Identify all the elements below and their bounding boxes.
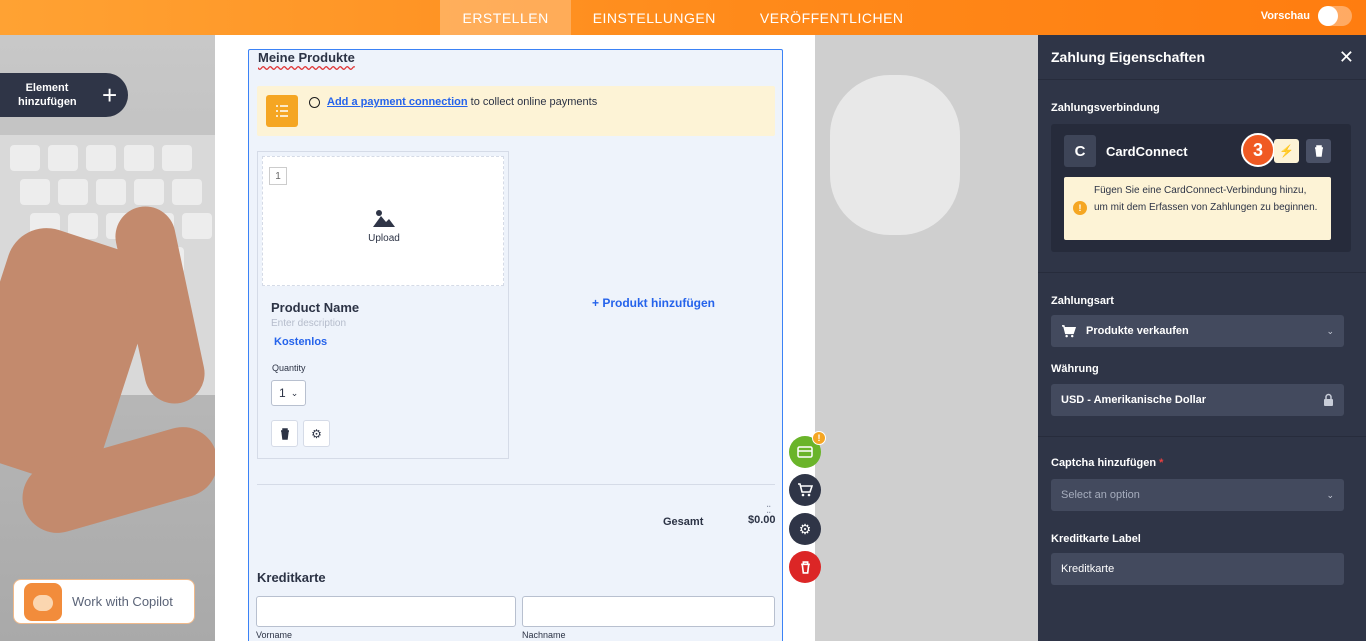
currency-select[interactable]: USD - Amerikanische Dollar <box>1051 384 1344 416</box>
product-card[interactable]: 1 Upload Product Name Enter description … <box>257 151 509 459</box>
cc-label-label: Kreditkarte Label <box>1051 533 1141 545</box>
total-label: Gesamt <box>663 516 704 528</box>
copilot-label: Work with Copilot <box>72 594 173 609</box>
captcha-placeholder: Select an option <box>1061 489 1140 501</box>
warning-icon: ! <box>1073 201 1087 215</box>
plus-icon: + <box>102 80 118 110</box>
preview-label: Vorschau <box>1260 10 1310 22</box>
tab-einstellungen[interactable]: EINSTELLUNGEN <box>571 0 738 35</box>
credit-card-icon <box>797 446 813 458</box>
quantity-value: 1 <box>279 386 286 400</box>
delete-product-button[interactable] <box>271 420 298 447</box>
divider <box>1038 436 1366 437</box>
connection-label: Zahlungsverbindung <box>1051 102 1160 114</box>
trash-icon <box>800 560 810 574</box>
quantity-select[interactable]: 1 ⌄ <box>271 380 306 406</box>
payment-type-label: Zahlungsart <box>1051 295 1114 307</box>
tab-veroeffentlichen[interactable]: VERÖFFENTLICHEN <box>738 0 926 35</box>
notice-text: Add a payment connection to collect onli… <box>327 96 597 108</box>
remove-connection-button[interactable] <box>1306 139 1331 163</box>
copilot-mascot-icon <box>24 582 62 621</box>
divider <box>1038 272 1366 273</box>
payment-connection-notice: Add a payment connection to collect onli… <box>257 86 775 136</box>
cart-icon <box>1062 324 1076 337</box>
captcha-label: Captcha hinzufügen * <box>1051 457 1163 469</box>
notice-suffix: to collect online payments <box>467 96 598 108</box>
chevron-down-icon: ⌄ <box>1326 489 1334 500</box>
chevron-down-icon: ⌄ <box>290 387 299 398</box>
trash-icon <box>280 427 289 440</box>
quantity-label: Quantity <box>272 363 306 373</box>
connection-name: CardConnect <box>1106 144 1188 159</box>
tab-erstellen[interactable]: ERSTELLEN <box>440 0 571 35</box>
cardconnect-logo: C <box>1064 135 1096 167</box>
preview-toggle-group: Vorschau <box>1261 6 1352 26</box>
copilot-button[interactable]: Work with Copilot <box>13 579 195 624</box>
captcha-label-text: Captcha hinzufügen <box>1051 457 1157 469</box>
step-badge: 3 <box>1241 133 1275 167</box>
radio-icon <box>309 97 320 108</box>
preview-toggle[interactable] <box>1318 6 1352 26</box>
cart-icon <box>798 483 813 497</box>
add-element-label: Element hinzufügen <box>18 82 77 108</box>
panel-title: Zahlung Eigenschaften <box>1038 35 1366 80</box>
toggle-knob <box>1318 6 1338 26</box>
product-list-field[interactable]: Meine Produkte Add a payment connection … <box>248 49 783 641</box>
cc-label-input[interactable]: Kreditkarte <box>1051 553 1344 585</box>
cc-label-value: Kreditkarte <box>1061 563 1115 575</box>
connect-button[interactable]: ⚡ <box>1274 139 1299 163</box>
field-title[interactable]: Meine Produkte <box>258 50 355 65</box>
close-icon[interactable]: ✕ <box>1339 47 1354 68</box>
chevron-down-icon: ⌄ <box>1326 325 1334 336</box>
delete-field-button[interactable] <box>789 551 821 583</box>
product-number: 1 <box>269 167 287 185</box>
top-navigation-bar: ERSTELLEN EINSTELLUNGEN VERÖFFENTLICHEN … <box>0 0 1366 35</box>
upload-label: Upload <box>368 233 400 244</box>
add-payment-connection-link[interactable]: Add a payment connection <box>327 96 468 108</box>
add-element-button[interactable]: Element hinzufügen + <box>0 73 128 117</box>
warning-text: Fügen Sie eine CardConnect-Verbindung hi… <box>1094 185 1318 213</box>
required-marker: * <box>1159 457 1164 469</box>
lock-icon <box>1323 393 1334 408</box>
mouse-image <box>830 75 960 235</box>
product-description[interactable]: Enter description <box>271 318 346 329</box>
product-name[interactable]: Product Name <box>271 300 359 315</box>
add-product-button[interactable]: + Produkt hinzufügen <box>592 296 715 310</box>
total-value: $0.00 <box>748 514 776 526</box>
divider <box>257 484 775 485</box>
gear-icon: ⚙ <box>798 520 812 537</box>
settings-button[interactable]: ⚙ <box>789 513 821 545</box>
product-price: Kostenlos <box>274 336 328 348</box>
connection-warning: ! Fügen Sie eine CardConnect-Verbindung … <box>1064 177 1331 240</box>
warning-badge: ! <box>812 431 826 445</box>
checklist-icon <box>266 95 298 127</box>
payment-connection-box: C CardConnect 3 ⚡ ! Fügen Sie eine CardC… <box>1051 124 1351 252</box>
payment-card-button[interactable]: ! <box>789 431 826 468</box>
captcha-select[interactable]: Select an option ⌄ <box>1051 479 1344 511</box>
currency-value: USD - Amerikanische Dollar <box>1061 394 1207 406</box>
image-icon <box>373 210 395 227</box>
last-name-input[interactable] <box>522 596 775 627</box>
payment-properties-panel: Zahlung Eigenschaften ✕ Zahlungsverbindu… <box>1038 35 1366 641</box>
first-name-label: Vorname <box>256 630 293 640</box>
plug-icon: ⚡ <box>1279 144 1294 158</box>
payment-type-value: Produkte verkaufen <box>1086 325 1189 337</box>
form-sheet: Meine Produkte Add a payment connection … <box>215 35 815 641</box>
cart-button[interactable] <box>789 474 821 506</box>
credit-card-title: Kreditkarte <box>257 570 326 585</box>
trash-icon <box>1314 145 1323 157</box>
image-upload-area[interactable]: 1 Upload <box>262 156 504 286</box>
product-settings-button[interactable]: ⚙ <box>303 420 330 447</box>
payment-type-select[interactable]: Produkte verkaufen ⌄ <box>1051 315 1344 347</box>
gear-icon: ⚙ <box>311 426 322 441</box>
first-name-input[interactable] <box>256 596 516 627</box>
currency-label: Währung <box>1051 363 1099 375</box>
last-name-label: Nachname <box>522 630 566 640</box>
